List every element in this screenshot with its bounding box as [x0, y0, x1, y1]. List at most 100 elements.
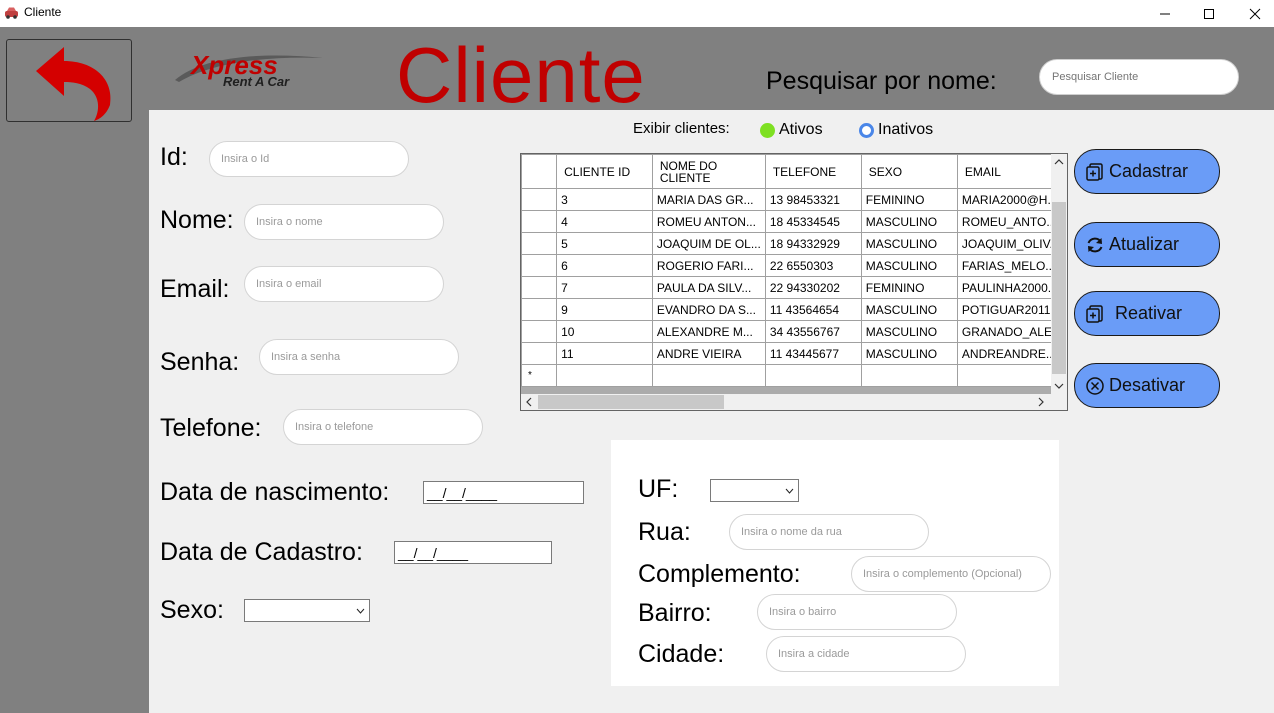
- cell-sexo[interactable]: MASCULINO: [860, 232, 958, 255]
- search-input[interactable]: [1039, 59, 1239, 95]
- cell-sexo[interactable]: MASCULINO: [860, 298, 958, 321]
- new-row[interactable]: *: [521, 364, 1067, 387]
- column-header-sexo[interactable]: SEXO: [860, 154, 958, 189]
- horizontal-scroll-thumb[interactable]: [538, 395, 724, 409]
- table-row[interactable]: 10 ALEXANDRE M... 34 43556767 MASCULINO …: [521, 320, 1067, 343]
- id-input[interactable]: [209, 141, 409, 177]
- row-header[interactable]: [521, 320, 558, 343]
- cell-sexo[interactable]: FEMININO: [860, 188, 958, 211]
- cell-id[interactable]: 3: [556, 188, 653, 211]
- new-row-marker[interactable]: *: [521, 364, 558, 387]
- cell-telefone[interactable]: 18 45334545: [764, 210, 862, 233]
- cell-new[interactable]: [860, 364, 958, 387]
- cell-sexo[interactable]: MASCULINO: [860, 320, 958, 343]
- cell-id[interactable]: 5: [556, 232, 653, 255]
- grid-vertical-scrollbar[interactable]: [1051, 154, 1067, 394]
- clients-grid[interactable]: CLIENTE ID NOME DO CLIENTE TELEFONE SEXO…: [520, 153, 1068, 411]
- row-header[interactable]: [521, 276, 558, 299]
- cell-id[interactable]: 4: [556, 210, 653, 233]
- company-logo: Xpress Rent A Car: [173, 48, 325, 92]
- bairro-input[interactable]: [757, 594, 957, 630]
- cell-id[interactable]: 10: [556, 320, 653, 343]
- table-row[interactable]: 3 MARIA DAS GR... 13 98453321 FEMININO M…: [521, 188, 1067, 211]
- atualizar-button[interactable]: Atualizar: [1074, 222, 1220, 267]
- grid-horizontal-scrollbar[interactable]: [521, 394, 1051, 410]
- row-header[interactable]: [521, 210, 558, 233]
- sexo-select[interactable]: [244, 599, 370, 622]
- cidade-input[interactable]: [766, 636, 966, 672]
- table-row[interactable]: 6 ROGERIO FARI... 22 6550303 MASCULINO F…: [521, 254, 1067, 277]
- close-button[interactable]: [1232, 0, 1274, 27]
- cell-nome[interactable]: JOAQUIM DE OL...: [651, 232, 766, 255]
- cell-id[interactable]: 11: [556, 342, 653, 365]
- cell-telefone[interactable]: 34 43556767: [764, 320, 862, 343]
- cell-id[interactable]: 6: [556, 254, 653, 277]
- nome-input[interactable]: [244, 204, 444, 240]
- table-row[interactable]: 7 PAULA DA SILV... 22 94330202 FEMININO …: [521, 276, 1067, 299]
- cell-new[interactable]: [651, 364, 766, 387]
- page-title: Cliente: [396, 31, 646, 119]
- nascimento-input[interactable]: __/__/____: [423, 481, 584, 504]
- cell-telefone[interactable]: 18 94332929: [764, 232, 862, 255]
- table-row[interactable]: 5 JOAQUIM DE OL... 18 94332929 MASCULINO…: [521, 232, 1067, 255]
- scroll-up-icon[interactable]: [1051, 154, 1067, 170]
- row-header[interactable]: [521, 232, 558, 255]
- cell-nome[interactable]: ROMEU ANTON...: [651, 210, 766, 233]
- cell-sexo[interactable]: MASCULINO: [860, 254, 958, 277]
- scroll-down-icon[interactable]: [1051, 378, 1067, 394]
- cell-new[interactable]: [764, 364, 862, 387]
- row-header[interactable]: [521, 298, 558, 321]
- maximize-button[interactable]: [1186, 0, 1232, 27]
- desativar-button[interactable]: Desativar: [1074, 363, 1220, 408]
- row-header[interactable]: [521, 188, 558, 211]
- column-header-telefone[interactable]: TELEFONE: [764, 154, 862, 189]
- reativar-button[interactable]: Reativar: [1074, 291, 1220, 336]
- cidade-label: Cidade:: [638, 640, 725, 668]
- cell-telefone[interactable]: 11 43564654: [764, 298, 862, 321]
- radio-inativos[interactable]: Inativos: [859, 121, 933, 139]
- cell-nome[interactable]: ALEXANDRE M...: [651, 320, 766, 343]
- table-row[interactable]: 4 ROMEU ANTON... 18 45334545 MASCULINO R…: [521, 210, 1067, 233]
- cell-telefone[interactable]: 22 6550303: [764, 254, 862, 277]
- cell-sexo[interactable]: FEMININO: [860, 276, 958, 299]
- cadastrar-button[interactable]: Cadastrar: [1074, 149, 1220, 194]
- maximize-icon: [1204, 8, 1214, 19]
- cell-id[interactable]: 7: [556, 276, 653, 299]
- cell-new[interactable]: [556, 364, 653, 387]
- vertical-scroll-thumb[interactable]: [1052, 202, 1066, 374]
- radio-dot-unchecked: [859, 122, 874, 138]
- cell-nome[interactable]: ANDRE VIEIRA: [651, 342, 766, 365]
- cadastro-input[interactable]: __/__/____: [394, 541, 552, 564]
- radio-ativos[interactable]: Ativos: [760, 121, 823, 139]
- cell-id[interactable]: 9: [556, 298, 653, 321]
- cell-nome[interactable]: MARIA DAS GR...: [651, 188, 766, 211]
- column-header-nome[interactable]: NOME DO CLIENTE: [651, 154, 766, 189]
- close-icon: [1249, 8, 1261, 19]
- title-bar: Cliente: [0, 0, 1274, 27]
- row-header[interactable]: [521, 342, 558, 365]
- scroll-right-icon[interactable]: [1033, 394, 1049, 410]
- cell-telefone[interactable]: 22 94330202: [764, 276, 862, 299]
- telefone-input[interactable]: [283, 409, 483, 445]
- cell-sexo[interactable]: MASCULINO: [860, 342, 958, 365]
- email-input[interactable]: [244, 266, 444, 302]
- cell-telefone[interactable]: 13 98453321: [764, 188, 862, 211]
- scroll-left-icon[interactable]: [521, 394, 537, 410]
- back-button[interactable]: [6, 39, 132, 122]
- column-header-id[interactable]: CLIENTE ID: [556, 154, 653, 189]
- cell-nome[interactable]: PAULA DA SILV...: [651, 276, 766, 299]
- senha-input[interactable]: [259, 339, 459, 375]
- cell-nome[interactable]: ROGERIO FARI...: [651, 254, 766, 277]
- cell-sexo[interactable]: MASCULINO: [860, 210, 958, 233]
- rua-input[interactable]: [729, 514, 929, 550]
- uf-select[interactable]: [710, 479, 799, 502]
- car-app-icon: [5, 7, 18, 19]
- cell-nome[interactable]: EVANDRO DA S...: [651, 298, 766, 321]
- minimize-button[interactable]: [1142, 0, 1188, 27]
- table-row[interactable]: 9 EVANDRO DA S... 11 43564654 MASCULINO …: [521, 298, 1067, 321]
- complemento-input[interactable]: [851, 556, 1051, 592]
- cell-telefone[interactable]: 11 43445677: [764, 342, 862, 365]
- cadastro-label: Data de Cadastro:: [160, 538, 363, 566]
- row-header[interactable]: [521, 254, 558, 277]
- table-row[interactable]: 11 ANDRE VIEIRA 11 43445677 MASCULINO AN…: [521, 342, 1067, 365]
